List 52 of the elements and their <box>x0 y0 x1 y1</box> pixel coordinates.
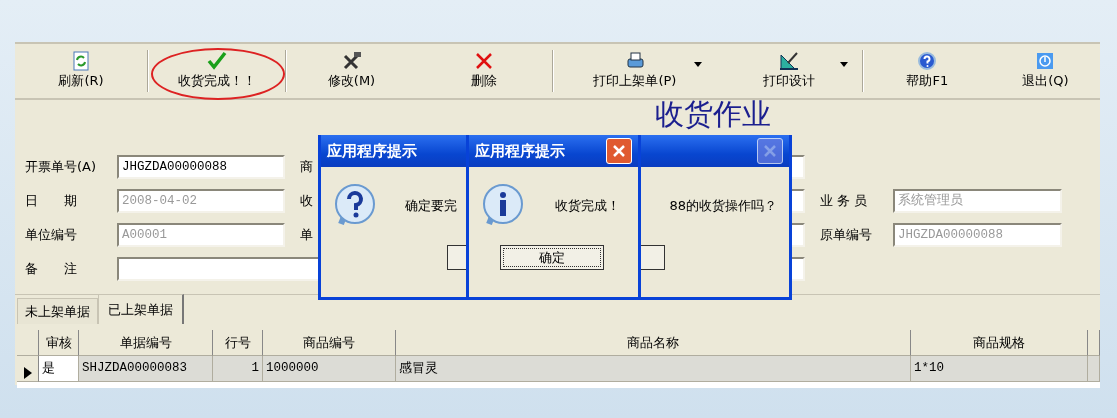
column-header: 商品编号 <box>263 330 396 356</box>
field-label: 原单编号 <box>820 226 873 245</box>
field-label: 收 <box>300 192 314 211</box>
toolbar-button[interactable]: 帮助F1 <box>863 44 991 98</box>
close-button[interactable] <box>757 138 783 164</box>
table-cell: 感冒灵 <box>396 356 911 382</box>
tab[interactable]: 未上架单据 <box>17 297 98 324</box>
toolbar-button[interactable]: 刷新(R) <box>15 44 147 98</box>
close-icon <box>612 144 626 158</box>
info-icon <box>481 184 525 228</box>
field-label: 单 <box>300 226 314 245</box>
toolbar-button[interactable]: 打印设计 <box>715 44 862 98</box>
tab[interactable]: 已上架单据 <box>98 293 184 324</box>
field-label: 日 期 <box>25 192 78 211</box>
column-header: 审核 <box>39 330 79 356</box>
field-label: 单位编号 <box>25 226 78 245</box>
check-icon <box>207 51 227 72</box>
field-label: 业 务 员 <box>820 192 869 211</box>
close-icon <box>763 144 777 158</box>
table-cell: 1*10 <box>911 356 1088 382</box>
table-cell: SHJZDA00000083 <box>79 356 213 382</box>
dialog-message: 收货完成！ <box>555 197 620 216</box>
toolbar-button[interactable]: 删除 <box>416 44 553 98</box>
column-header: 商品名称 <box>396 330 911 356</box>
table-cell: 是 <box>39 356 79 382</box>
dialog-message: 88的收货操作吗？ <box>669 197 777 216</box>
input-field[interactable]: JHGZDA00000088 <box>117 155 285 179</box>
ruler-icon <box>778 51 799 72</box>
power-icon <box>1035 51 1056 72</box>
dialog-message: 确定要完 <box>405 197 457 216</box>
dialog-title: 应用程序提示 <box>475 140 565 162</box>
close-button[interactable] <box>606 138 632 164</box>
field-label: 备 注 <box>25 260 78 279</box>
help-icon <box>917 51 938 72</box>
column-header: 行号 <box>213 330 263 356</box>
dialog-title: 应用程序提示 <box>327 140 417 162</box>
column-header: 商品规格 <box>911 330 1088 356</box>
field-label: 开票单号(A) <box>25 158 98 177</box>
question-icon <box>333 184 377 228</box>
toolbar-button[interactable]: 打印上架单(P) <box>554 44 716 98</box>
field-label: 商 <box>300 158 314 177</box>
page-icon <box>71 51 91 72</box>
form-title: 收货作业 <box>655 100 772 132</box>
column-header: 单据编号 <box>79 330 213 356</box>
toolbar-button[interactable]: 修改(M) <box>287 44 417 98</box>
toolbar-button[interactable]: 收货完成！！ <box>149 44 285 98</box>
table-cell: 1000000 <box>263 356 396 382</box>
toolbar-button[interactable]: 退出(Q) <box>990 44 1100 98</box>
table-cell: 1 <box>213 356 263 382</box>
table-cell <box>1088 356 1100 382</box>
tools-icon <box>341 51 362 72</box>
dialog-button[interactable]: 确定 <box>500 245 604 270</box>
